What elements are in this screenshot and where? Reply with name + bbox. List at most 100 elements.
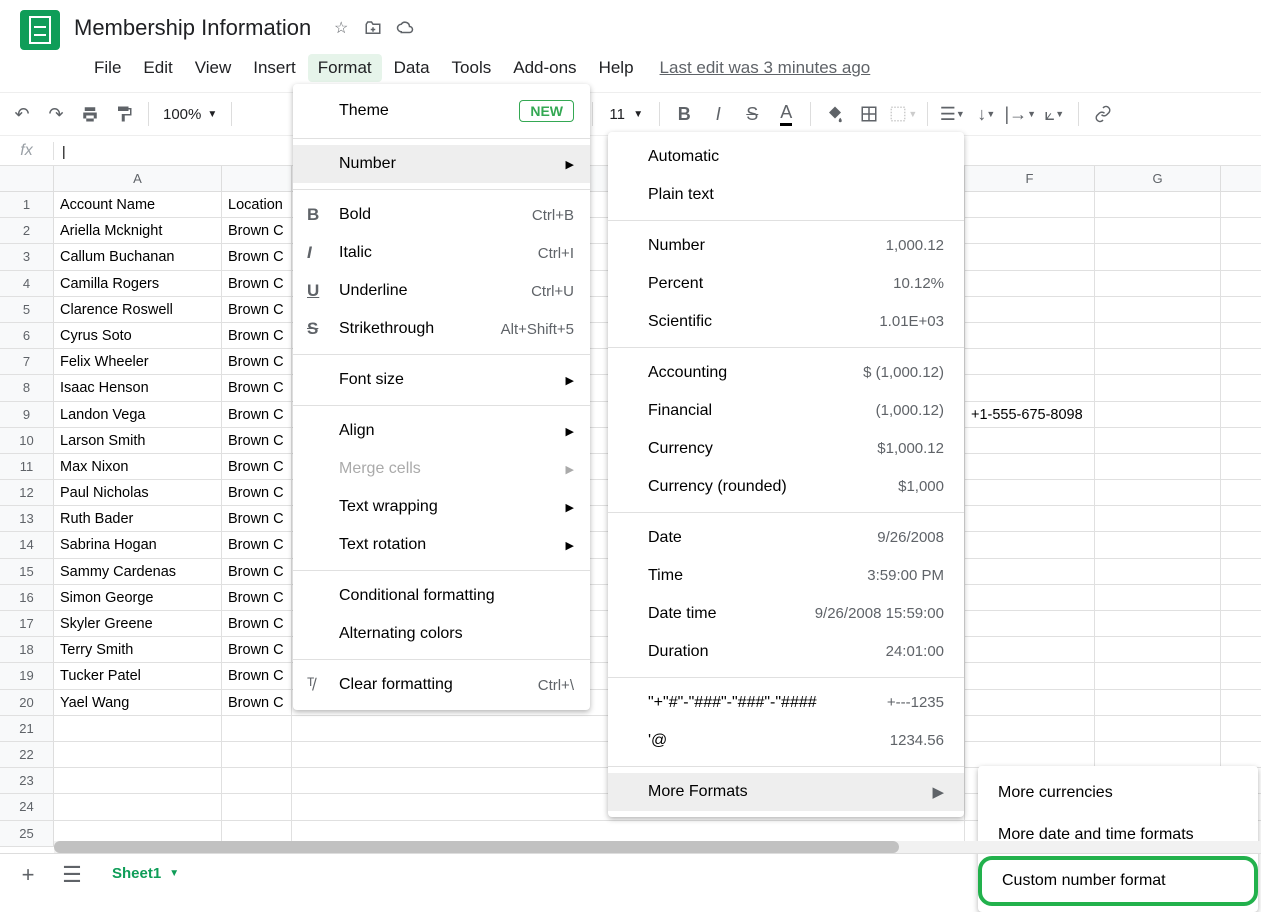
- row-header[interactable]: 25: [0, 821, 54, 846]
- cell[interactable]: Brown C: [222, 637, 292, 662]
- cell[interactable]: Brown C: [222, 218, 292, 243]
- cell[interactable]: Brown C: [222, 375, 292, 400]
- row-header[interactable]: 19: [0, 663, 54, 688]
- zoom-select[interactable]: 100%▼: [157, 106, 223, 123]
- cell[interactable]: [965, 297, 1095, 322]
- cell[interactable]: Larson Smith: [54, 428, 222, 453]
- row-header[interactable]: 23: [0, 768, 54, 793]
- format-clear[interactable]: ᵀ̸Clear formattingCtrl+\: [293, 666, 590, 704]
- cell[interactable]: Brown C: [222, 532, 292, 557]
- cell[interactable]: [965, 271, 1095, 296]
- format-conditional[interactable]: Conditional formatting: [293, 577, 590, 615]
- menu-insert[interactable]: Insert: [243, 54, 306, 82]
- cell[interactable]: Brown C: [222, 323, 292, 348]
- all-sheets-button[interactable]: ☰: [54, 857, 90, 893]
- cell[interactable]: [965, 532, 1095, 557]
- row-header[interactable]: 20: [0, 690, 54, 715]
- num-datetime[interactable]: Date time9/26/2008 15:59:00: [608, 595, 964, 633]
- add-sheet-button[interactable]: +: [10, 857, 46, 893]
- cell[interactable]: Account Name: [54, 192, 222, 217]
- format-wrap[interactable]: Text wrapping▶: [293, 488, 590, 526]
- menu-tools[interactable]: Tools: [442, 54, 502, 82]
- format-underline[interactable]: UUnderlineCtrl+U: [293, 272, 590, 310]
- cell[interactable]: Tucker Patel: [54, 663, 222, 688]
- cell[interactable]: [1095, 663, 1221, 688]
- cell[interactable]: [1095, 454, 1221, 479]
- cell[interactable]: +1-555-675-8098: [965, 402, 1095, 427]
- cell[interactable]: [965, 663, 1095, 688]
- cell[interactable]: Brown C: [222, 611, 292, 636]
- cell[interactable]: [1095, 585, 1221, 610]
- wrap-button[interactable]: |→▼: [1004, 98, 1036, 130]
- cell[interactable]: [965, 375, 1095, 400]
- print-button[interactable]: [74, 98, 106, 130]
- row-header[interactable]: 24: [0, 794, 54, 819]
- cell[interactable]: Brown C: [222, 454, 292, 479]
- rotate-button[interactable]: ⟀▼: [1038, 98, 1070, 130]
- num-more-formats[interactable]: More Formats▶: [608, 773, 964, 811]
- format-rotate[interactable]: Text rotation▶: [293, 526, 590, 564]
- paint-format-button[interactable]: [108, 98, 140, 130]
- row-header[interactable]: 13: [0, 506, 54, 531]
- menu-view[interactable]: View: [185, 54, 242, 82]
- row-header[interactable]: 12: [0, 480, 54, 505]
- num-scientific[interactable]: Scientific1.01E+03: [608, 303, 964, 341]
- cell[interactable]: [965, 637, 1095, 662]
- link-button[interactable]: [1087, 98, 1119, 130]
- format-theme[interactable]: ThemeNEW: [293, 90, 590, 132]
- cell[interactable]: [1095, 428, 1221, 453]
- cell[interactable]: [1095, 244, 1221, 269]
- move-icon[interactable]: [363, 18, 383, 38]
- num-financial[interactable]: Financial(1,000.12): [608, 392, 964, 430]
- cell[interactable]: [1095, 690, 1221, 715]
- num-custom1[interactable]: "+"#"-"###"-"###"-"####+---1235: [608, 684, 964, 722]
- cell[interactable]: [965, 349, 1095, 374]
- cell[interactable]: Skyler Greene: [54, 611, 222, 636]
- cell[interactable]: Location: [222, 192, 292, 217]
- num-currency-rounded[interactable]: Currency (rounded)$1,000: [608, 468, 964, 506]
- col-header-F[interactable]: F: [965, 166, 1095, 191]
- cell[interactable]: Sammy Cardenas: [54, 559, 222, 584]
- menu-edit[interactable]: Edit: [133, 54, 182, 82]
- cell[interactable]: Simon George: [54, 585, 222, 610]
- cell[interactable]: Max Nixon: [54, 454, 222, 479]
- menu-format[interactable]: Format: [308, 54, 382, 82]
- col-header-B[interactable]: [222, 166, 292, 191]
- num-custom2[interactable]: '@1234.56: [608, 722, 964, 760]
- cell[interactable]: Paul Nicholas: [54, 480, 222, 505]
- col-header-G[interactable]: G: [1095, 166, 1221, 191]
- menu-addons[interactable]: Add-ons: [503, 54, 586, 82]
- cell[interactable]: Brown C: [222, 297, 292, 322]
- cell[interactable]: [965, 428, 1095, 453]
- cell[interactable]: [965, 323, 1095, 348]
- doc-title[interactable]: Membership Information: [74, 15, 311, 41]
- italic-button[interactable]: I: [702, 98, 734, 130]
- cell[interactable]: [965, 611, 1095, 636]
- fill-color-button[interactable]: [819, 98, 851, 130]
- row-header[interactable]: 2: [0, 218, 54, 243]
- bold-button[interactable]: B: [668, 98, 700, 130]
- row-header[interactable]: 6: [0, 323, 54, 348]
- cell[interactable]: [965, 690, 1095, 715]
- cell[interactable]: Brown C: [222, 428, 292, 453]
- cell[interactable]: Brown C: [222, 402, 292, 427]
- cell[interactable]: Ruth Bader: [54, 506, 222, 531]
- row-header[interactable]: 16: [0, 585, 54, 610]
- row-header[interactable]: 22: [0, 742, 54, 767]
- format-alternating[interactable]: Alternating colors: [293, 615, 590, 653]
- cell[interactable]: Brown C: [222, 690, 292, 715]
- cell[interactable]: Brown C: [222, 480, 292, 505]
- strike-button[interactable]: S: [736, 98, 768, 130]
- cell[interactable]: Callum Buchanan: [54, 244, 222, 269]
- row-header[interactable]: 7: [0, 349, 54, 374]
- select-all-corner[interactable]: [0, 166, 54, 191]
- last-edit-link[interactable]: Last edit was 3 minutes ago: [660, 54, 871, 82]
- cell[interactable]: Cyrus Soto: [54, 323, 222, 348]
- cell[interactable]: [1095, 506, 1221, 531]
- num-automatic[interactable]: Automatic: [608, 138, 964, 176]
- row-header[interactable]: 18: [0, 637, 54, 662]
- font-size-select[interactable]: 11 ▼: [601, 98, 651, 130]
- cell[interactable]: [965, 480, 1095, 505]
- cell[interactable]: [1095, 323, 1221, 348]
- format-strike[interactable]: SStrikethroughAlt+Shift+5: [293, 310, 590, 348]
